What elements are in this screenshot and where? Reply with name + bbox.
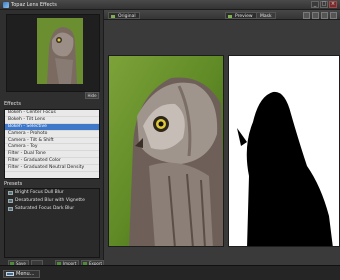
close-button[interactable]: × [329,1,337,8]
presets-list[interactable]: Bright Focus Dull Blur Desaturated Blur … [4,188,100,258]
effect-item[interactable]: Bokeh - Tilt Lens [5,117,99,124]
preset-item[interactable]: Bright Focus Dull Blur [5,189,99,197]
tab-preview[interactable]: Preview [225,12,257,19]
effects-heading: Effects [4,101,21,107]
effect-item[interactable]: Camera - Prohoto [5,131,99,138]
layout-single-icon[interactable] [303,12,310,19]
menu-label: Menu... [16,271,35,277]
original-image[interactable] [108,55,224,247]
preset-item[interactable]: Desaturated Blur with Vignette [5,197,99,205]
navigator-thumbnail[interactable] [37,18,83,84]
original-icon [111,14,115,18]
viewer-tab-bar: Original Preview Mask [104,10,340,20]
title-bar: Topaz Lens Effects _ □ × [0,0,340,10]
tab-preview-label: Preview [235,14,253,19]
maximize-button[interactable]: □ [320,1,328,8]
tab-mask[interactable]: Mask [256,12,276,19]
preset-label: Saturated Focus Dark Blur [15,206,75,211]
preset-icon [8,199,13,203]
left-panel: Hide Effects Bokeh - Center Focus Bokeh … [0,10,104,268]
tab-original[interactable]: Original [108,12,140,19]
app-icon [3,2,9,8]
preset-label: Bright Focus Dull Blur [15,190,64,195]
hide-button[interactable]: Hide [85,92,99,99]
tab-original-label: Original [118,14,136,19]
mask-silhouette [229,56,339,246]
effect-item[interactable]: Filter - Graduated Neutral Density [5,165,99,173]
window-title: Topaz Lens Effects [11,2,57,8]
presets-heading: Presets [4,181,23,187]
layout-split-icon[interactable] [312,12,319,19]
preset-icon [8,207,13,211]
preview-icon [228,14,232,18]
preset-item[interactable]: Saturated Focus Dark Blur [5,205,99,213]
menu-button[interactable]: Menu... [3,270,40,278]
preset-label: Desaturated Blur with Vignette [15,198,85,203]
owl-photo [109,56,223,246]
owl-thumbnail-image [37,18,83,84]
effect-item-selected[interactable]: Bokeh - Selective [5,123,99,131]
menu-icon [6,272,14,276]
zoom-icon[interactable] [321,12,328,19]
effect-item[interactable]: Bokeh - Center Focus [5,110,99,117]
viewer-area: Original Preview Mask [104,10,340,265]
fit-icon[interactable] [330,12,337,19]
mask-image[interactable] [228,55,340,247]
navigator-thumbnail-frame [6,14,100,92]
minimize-button[interactable]: _ [311,1,319,8]
tab-mask-label: Mask [260,14,272,19]
status-bar: Menu... [0,265,340,280]
preset-icon [8,191,13,195]
effects-list[interactable]: Bokeh - Center Focus Bokeh - Tilt Lens B… [4,109,100,179]
